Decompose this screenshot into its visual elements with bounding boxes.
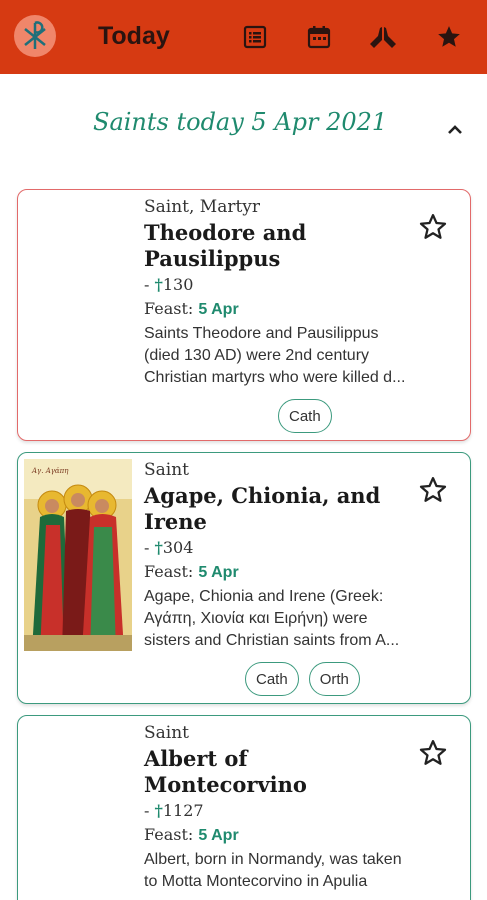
star-icon[interactable]	[434, 22, 464, 52]
saint-name: Agape, Chionia, and Irene	[144, 483, 381, 534]
saint-icon-image: Αγ. Αγάπη	[24, 459, 132, 651]
saint-dates: - †304	[144, 538, 194, 557]
saint-category: Saint	[144, 723, 189, 743]
saint-description: Saints Theodore and Pausilippus (died 13…	[144, 325, 406, 386]
tag-cath[interactable]: Cath	[245, 662, 299, 696]
section-title: Saints today 5 Apr 2021	[93, 108, 388, 136]
saint-category: Saint, Martyr	[144, 197, 261, 217]
saint-card[interactable]: Αγ. Αγάπη Saint Agape, Chionia, and Iren…	[17, 452, 471, 704]
favorite-star-icon[interactable]	[418, 475, 448, 505]
calendar-icon[interactable]	[304, 22, 334, 52]
svg-text:Αγ. Αγάπη: Αγ. Αγάπη	[31, 467, 69, 475]
tag-cath[interactable]: Cath	[278, 399, 332, 433]
saint-name: Albert of Montecorvino	[144, 746, 307, 797]
cross-icon: †	[154, 275, 163, 294]
feast-date: Feast: 5 Apr	[144, 562, 239, 581]
tradition-tags: Cath Orth	[245, 662, 360, 696]
tag-orth[interactable]: Orth	[308, 662, 360, 696]
saint-card[interactable]: Saint Albert of Montecorvino - †1127 Fea…	[17, 715, 471, 900]
favorite-star-icon[interactable]	[418, 212, 448, 242]
date-section-header: Saints today 5 Apr 2021	[0, 100, 487, 156]
chevron-up-icon[interactable]	[442, 116, 468, 142]
saint-name: Theodore and Pausilippus	[144, 220, 307, 271]
cross-icon: †	[154, 801, 163, 820]
praying-hands-icon[interactable]	[368, 22, 398, 52]
favorite-star-icon[interactable]	[418, 738, 448, 768]
cross-icon: †	[154, 538, 163, 557]
saint-description: Agape, Chionia and Irene (Greek: Αγάπη, …	[144, 588, 400, 649]
saint-category: Saint	[144, 460, 189, 480]
list-icon[interactable]	[240, 22, 270, 52]
page-title: Today	[98, 22, 170, 50]
feast-date: Feast: 5 Apr	[144, 299, 239, 318]
feast-date: Feast: 5 Apr	[144, 825, 239, 844]
app-bar: Today	[0, 0, 487, 74]
tradition-tags: Cath	[278, 399, 332, 433]
saint-description: Albert, born in Normandy, was taken to M…	[144, 851, 402, 890]
saint-dates: - †1127	[144, 801, 204, 820]
saint-card[interactable]: Saint, Martyr Theodore and Pausilippus -…	[17, 189, 471, 441]
saint-dates: - †130	[144, 275, 194, 294]
app-logo-icon[interactable]	[14, 15, 56, 57]
